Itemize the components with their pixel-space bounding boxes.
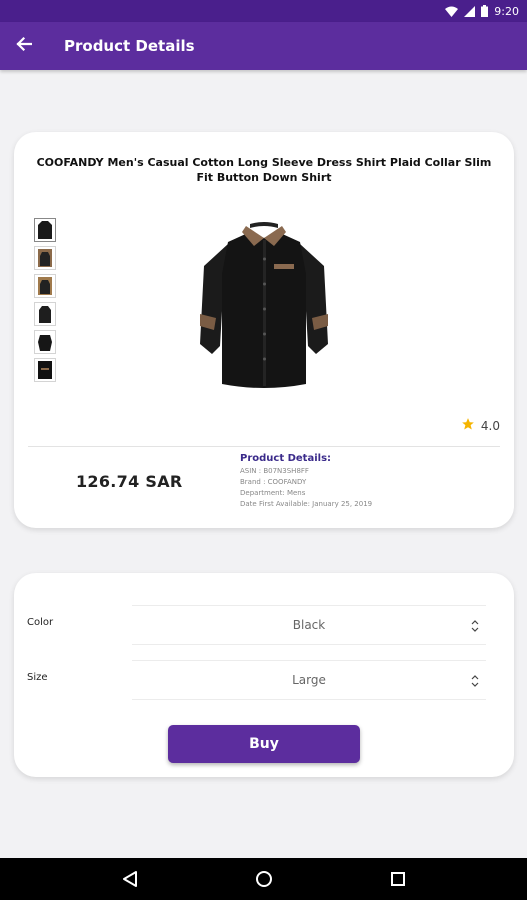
divider [28, 446, 500, 447]
buy-button[interactable]: Buy [168, 725, 360, 763]
arrow-left-icon [16, 36, 33, 56]
status-bar: 9:20 [0, 0, 527, 22]
wifi-icon [445, 6, 459, 17]
rating-value: 4.0 [480, 418, 500, 433]
signal-icon [464, 5, 476, 17]
nav-recents-button[interactable] [386, 867, 410, 891]
color-select[interactable]: Black [132, 605, 486, 645]
nav-back-button[interactable] [118, 867, 142, 891]
product-details: Product Details: ASIN : B07N3SH8FF Brand… [240, 453, 500, 510]
thumbnail-6[interactable] [34, 358, 56, 382]
thumbnail-2[interactable] [34, 246, 56, 270]
thumbnail-1[interactable] [34, 218, 56, 242]
rating: 4.0 [461, 417, 500, 434]
color-row: Color Black [14, 605, 514, 645]
triangle-back-icon [122, 871, 137, 887]
options-card: Color Black Size Large Buy [14, 573, 514, 777]
dropdown-arrows-icon [470, 673, 480, 689]
back-button[interactable] [0, 22, 48, 70]
details-heading: Product Details: [240, 453, 332, 464]
thumbnail-list [34, 218, 56, 382]
shirt-image [200, 222, 328, 388]
page-title: Product Details [64, 37, 195, 55]
app-bar: Product Details [0, 22, 527, 70]
detail-brand: Brand : COOFANDY [240, 478, 307, 486]
dropdown-arrows-icon [470, 618, 480, 634]
product-image [194, 214, 334, 392]
size-label: Size [27, 672, 48, 683]
product-card: COOFANDY Men's Casual Cotton Long Sleeve… [14, 132, 514, 528]
detail-department: Department: Mens [240, 489, 306, 497]
status-time: 9:20 [494, 4, 519, 18]
size-row: Size Large [14, 660, 514, 700]
thumbnail-4[interactable] [34, 302, 56, 326]
detail-asin: ASIN : B07N3SH8FF [240, 467, 309, 475]
size-select[interactable]: Large [132, 660, 486, 700]
thumbnail-3[interactable] [34, 274, 56, 298]
navigation-bar [0, 858, 527, 900]
color-label: Color [27, 617, 54, 628]
product-price: 126.74 SAR [76, 472, 183, 491]
color-value: Black [292, 618, 326, 632]
detail-date: Date First Available: January 25, 2019 [240, 500, 373, 508]
square-recents-icon [390, 872, 405, 886]
star-icon [461, 417, 475, 434]
battery-icon [481, 5, 489, 17]
product-title: COOFANDY Men's Casual Cotton Long Sleeve… [36, 156, 492, 184]
thumbnail-5[interactable] [34, 330, 56, 354]
circle-home-icon [255, 871, 272, 887]
size-value: Large [292, 673, 326, 687]
nav-home-button[interactable] [252, 867, 276, 891]
